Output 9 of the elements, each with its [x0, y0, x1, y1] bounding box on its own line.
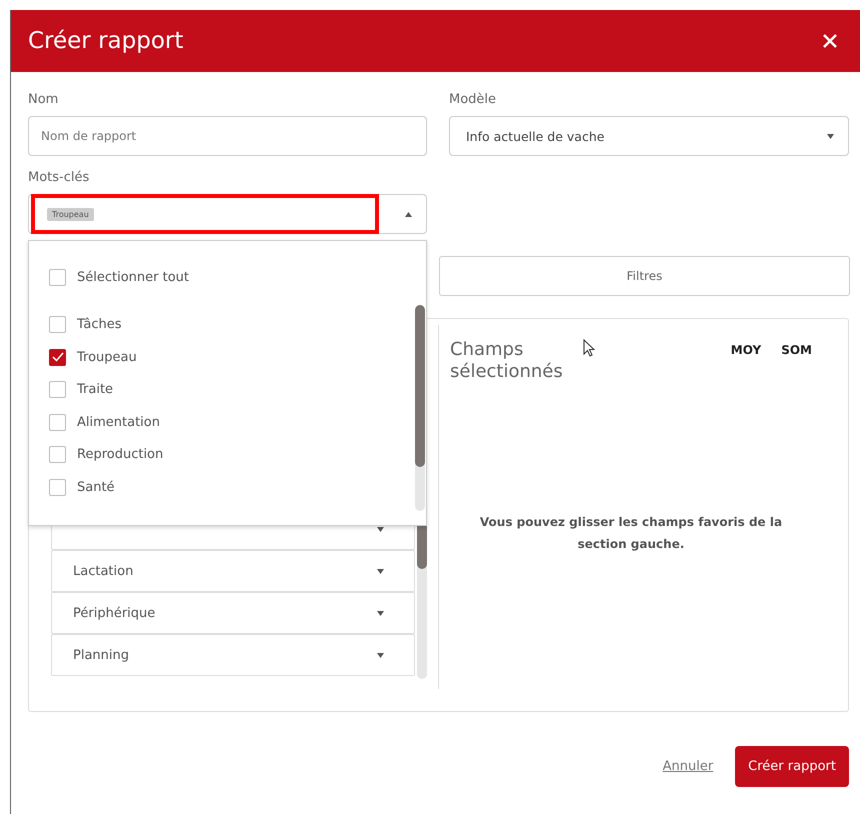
empty-message: Vous pouvez glisser les champs favoris de la section gauche. — [478, 514, 784, 553]
field-label: Modèle — [449, 92, 496, 107]
field-label: Mots-clés — [28, 170, 90, 185]
column-header: MOY — [730, 343, 762, 357]
keyword-tag: Troupeau — [47, 208, 94, 220]
dialog-title: Créer rapport — [28, 28, 184, 54]
column-header: SOM — [781, 343, 812, 357]
section-title: Champs sélectionnés — [450, 339, 564, 382]
field-label: Nom — [28, 92, 58, 107]
